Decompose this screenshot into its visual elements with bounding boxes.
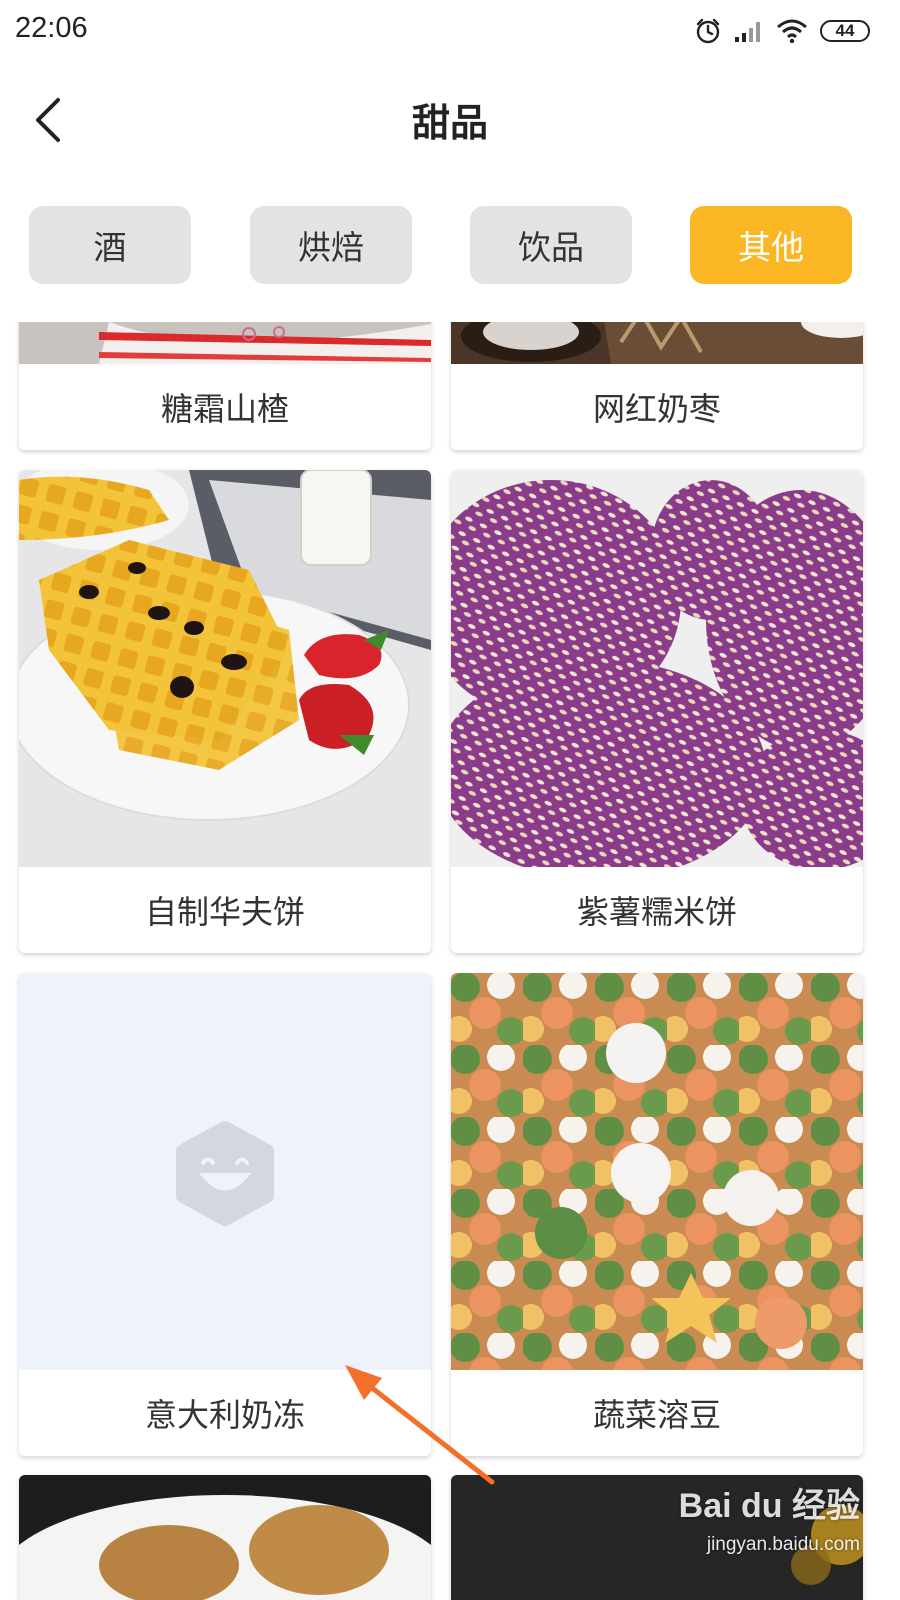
category-tabs: 酒 烘焙 饮品 其他: [0, 206, 900, 286]
recipe-image-placeholder: [19, 973, 431, 1370]
recipe-image: [451, 322, 863, 364]
recipe-card[interactable]: 网红奶枣: [451, 322, 863, 450]
tab-wine[interactable]: 酒: [29, 206, 191, 284]
tab-drinks[interactable]: 饮品: [470, 206, 632, 284]
recipe-image: [451, 973, 863, 1370]
recipe-name: 网红奶枣: [451, 364, 863, 450]
signal-icon: [735, 22, 760, 42]
recipe-card[interactable]: 紫薯糯米饼: [451, 470, 863, 953]
recipe-name: 自制华夫饼: [19, 867, 431, 953]
recipe-image: [19, 322, 431, 364]
recipe-name: 紫薯糯米饼: [451, 867, 863, 953]
recipe-grid: 糖霜山楂 网红奶枣 自制华夫饼 紫薯糯米饼 意大利奶冻 蔬菜溶豆: [0, 322, 900, 1600]
battery-icon: 44: [820, 20, 870, 42]
status-bar: 22:06 44: [0, 0, 900, 62]
status-time: 22:06: [15, 12, 88, 44]
recipe-image: [19, 470, 431, 867]
recipe-image: [19, 1475, 431, 1600]
placeholder-smiley-icon: [176, 1121, 274, 1226]
header: 甜品: [0, 62, 900, 177]
alarm-icon: [696, 18, 720, 44]
recipe-name: 糖霜山楂: [19, 364, 431, 450]
recipe-image: [451, 1475, 863, 1600]
page-title: 甜品: [411, 101, 488, 145]
status-icons: 44: [694, 14, 870, 48]
recipe-name: 意大利奶冻: [19, 1370, 431, 1456]
recipe-card[interactable]: 糖霜山楂: [19, 322, 431, 450]
recipe-card[interactable]: [451, 1475, 863, 1600]
recipe-card[interactable]: 蔬菜溶豆: [451, 973, 863, 1456]
tab-other[interactable]: 其他: [690, 206, 852, 284]
recipe-name: 蔬菜溶豆: [451, 1370, 863, 1456]
recipe-image: [451, 470, 863, 867]
recipe-card[interactable]: [19, 1475, 431, 1600]
recipe-card[interactable]: 自制华夫饼: [19, 470, 431, 953]
tab-baking[interactable]: 烘焙: [250, 206, 412, 284]
wifi-icon: [777, 19, 807, 44]
recipe-card[interactable]: 意大利奶冻: [19, 973, 431, 1456]
